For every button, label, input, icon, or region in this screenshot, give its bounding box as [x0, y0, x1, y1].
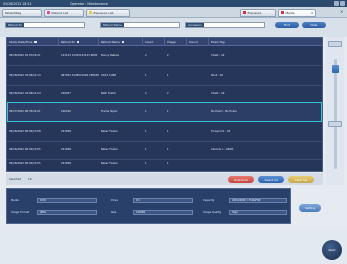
exposure-icon [243, 11, 246, 14]
tab-media[interactable]: Media 0 [278, 8, 316, 17]
tab-patient-reg[interactable]: PatientReg [2, 8, 42, 17]
study-table: Study Date/Time Patient ID Patient Name … [6, 37, 323, 172]
patient-id-label: Patient ID [6, 23, 24, 27]
window-title: Operator : Maintenance [70, 1, 108, 6]
setting-button[interactable]: Setting [299, 204, 321, 212]
table-row[interactable]: 05/26/2022 08:05/13:08 231658 Baker Fowl… [7, 122, 322, 142]
tab-label: Exposure [247, 10, 262, 15]
col-patient-name[interactable]: Patient Name [99, 38, 143, 46]
image-format-value[interactable]: JPEG [37, 210, 97, 215]
media-count: 0 [311, 11, 313, 15]
clear-button[interactable]: Clear [302, 22, 326, 28]
tab-exposure-list[interactable]: Exposure List [86, 8, 130, 17]
selected-count: 16 [28, 177, 32, 181]
col-sound[interactable]: Sound [187, 38, 209, 46]
title-bar: 05/28/2022 18:12 Operator : Maintenance [0, 0, 347, 7]
col-patient-id[interactable]: Patient ID [59, 38, 99, 46]
media-value[interactable]: DVD [37, 198, 97, 203]
patient-id-field[interactable]: Patient ID [5, 22, 85, 28]
table-row[interactable]: 05/28/2022 18:06/14:04 236057 Beth Foste… [7, 84, 322, 104]
scroll-panel [326, 37, 344, 185]
search-bar: Patient ID Patient Name Accession Find C… [0, 18, 347, 37]
table-row-selected[interactable]: 05/27/2022 08:35/14:01 100010 Frame Tayl… [7, 102, 322, 122]
tab-label: Media [285, 10, 295, 15]
size-value[interactable]: 100MB [133, 210, 193, 215]
tab-label: Patient List [51, 10, 69, 15]
minimize-icon[interactable] [333, 1, 339, 6]
sort-icon [34, 40, 37, 44]
clear-selection-button[interactable]: Clear Sel [288, 176, 314, 183]
output-all-button[interactable]: Output All [228, 176, 254, 183]
tab-exposure[interactable]: Exposure [240, 8, 276, 17]
accession-field[interactable]: Accession [185, 22, 265, 28]
table-row[interactable]: 05/28/2022 18:06/14:13 987654 1548521000… [7, 66, 322, 86]
table-row[interactable]: 05/28/2022 18:07/16:21 123123 1234512312… [7, 46, 322, 66]
sort-icon [121, 40, 125, 44]
capacity-label: Capacity [203, 199, 215, 202]
scroll-thumb[interactable] [332, 65, 339, 73]
exposure-list-icon [89, 11, 92, 14]
tab-patient-list[interactable]: Patient List [44, 8, 84, 17]
image-quality-label: Image Quality [203, 211, 222, 214]
close-icon[interactable]: ✕ [340, 9, 345, 14]
table-row[interactable]: 05/26/2022 08:03/13:05 231658 Baker Fowl… [7, 156, 322, 171]
page-down-button[interactable] [328, 121, 342, 127]
drive-value[interactable]: D:\ [133, 198, 193, 203]
col-study-date[interactable]: Study Date/Time [7, 38, 59, 46]
bottom-bar [0, 228, 347, 264]
col-count[interactable]: Count [143, 38, 165, 46]
maximize-icon[interactable] [340, 1, 345, 6]
selected-label: Selected [9, 177, 22, 181]
sort-icon [76, 40, 80, 44]
window-controls [333, 1, 345, 6]
capacity-value: 2000/4000 / 350GFRE [229, 198, 287, 203]
table-header: Study Date/Time Patient ID Patient Name … [7, 38, 322, 46]
find-button[interactable]: Find [275, 22, 299, 28]
select-all-button[interactable]: Select All [258, 176, 284, 183]
patient-list-icon [47, 11, 50, 14]
media-label: Media [11, 199, 19, 202]
patient-name-label: Patient Name [101, 23, 124, 27]
tab-strip: PatientReg Patient List Exposure List Ex… [0, 7, 347, 18]
col-exam-tag[interactable]: Exam Tag [209, 38, 322, 46]
tab-label: Exposure List [93, 10, 114, 15]
page-up-button[interactable] [328, 41, 342, 47]
size-label: Size [111, 211, 117, 214]
image-format-label: Image Format [11, 211, 30, 214]
scroll-track[interactable] [334, 59, 337, 169]
accession-label: Accession [186, 23, 204, 27]
image-quality-value[interactable]: High [229, 210, 287, 215]
media-icon [281, 11, 284, 14]
datetime: 05/28/2022 18:12 [3, 1, 32, 6]
col-image[interactable]: Image [165, 38, 187, 46]
media-info-panel: Media DVD Image Format JPEG Drive D:\ Si… [6, 188, 291, 224]
next-button[interactable]: Next [322, 240, 342, 260]
table-footer: Selected 16 Output All Select All Clear … [6, 173, 323, 185]
drive-label: Drive [111, 199, 118, 202]
patient-name-field[interactable]: Patient Name [100, 22, 180, 28]
tab-label: PatientReg [5, 10, 22, 15]
